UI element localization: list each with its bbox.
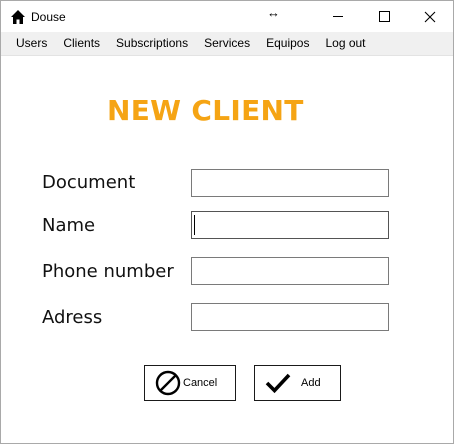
- checkmark-icon: [265, 373, 291, 394]
- menu-item-subscriptions[interactable]: Subscriptions: [108, 32, 196, 55]
- menu-bar: Users Clients Subscriptions Services Equ…: [1, 32, 453, 56]
- window-title: Douse: [31, 10, 66, 24]
- cancel-icon: [155, 370, 181, 396]
- adress-label: Adress: [42, 307, 103, 328]
- resize-horizontal-icon: ↔: [267, 5, 280, 20]
- phone-number-label: Phone number: [42, 261, 174, 282]
- text-caret: [194, 215, 195, 235]
- page-title: NEW CLIENT: [107, 94, 304, 127]
- close-button[interactable]: [407, 1, 453, 32]
- cancel-button-label: Cancel: [183, 377, 218, 389]
- close-icon: [424, 11, 436, 22]
- name-label: Name: [42, 215, 96, 236]
- menu-item-clients[interactable]: Clients: [55, 32, 108, 55]
- phone-number-input[interactable]: [191, 257, 389, 285]
- app-window: Douse ↔ Users Clients Subscriptions Serv…: [0, 0, 454, 444]
- add-button[interactable]: Add: [254, 365, 341, 401]
- minimize-icon: [333, 16, 343, 17]
- document-label: Document: [42, 172, 136, 193]
- name-input[interactable]: [191, 211, 389, 239]
- document-input[interactable]: [191, 169, 389, 197]
- menu-item-log-out[interactable]: Log out: [317, 32, 373, 55]
- add-button-label: Add: [301, 377, 321, 389]
- maximize-icon: [378, 11, 390, 22]
- maximize-button[interactable]: [361, 1, 407, 32]
- menu-item-services[interactable]: Services: [196, 32, 258, 55]
- menu-item-equipos[interactable]: Equipos: [258, 32, 317, 55]
- adress-input[interactable]: [191, 303, 389, 331]
- title-bar[interactable]: Douse ↔: [1, 1, 453, 32]
- minimize-button[interactable]: [315, 1, 361, 32]
- cancel-button[interactable]: Cancel: [144, 365, 236, 401]
- home-icon: [11, 10, 25, 24]
- menu-item-users[interactable]: Users: [8, 32, 55, 55]
